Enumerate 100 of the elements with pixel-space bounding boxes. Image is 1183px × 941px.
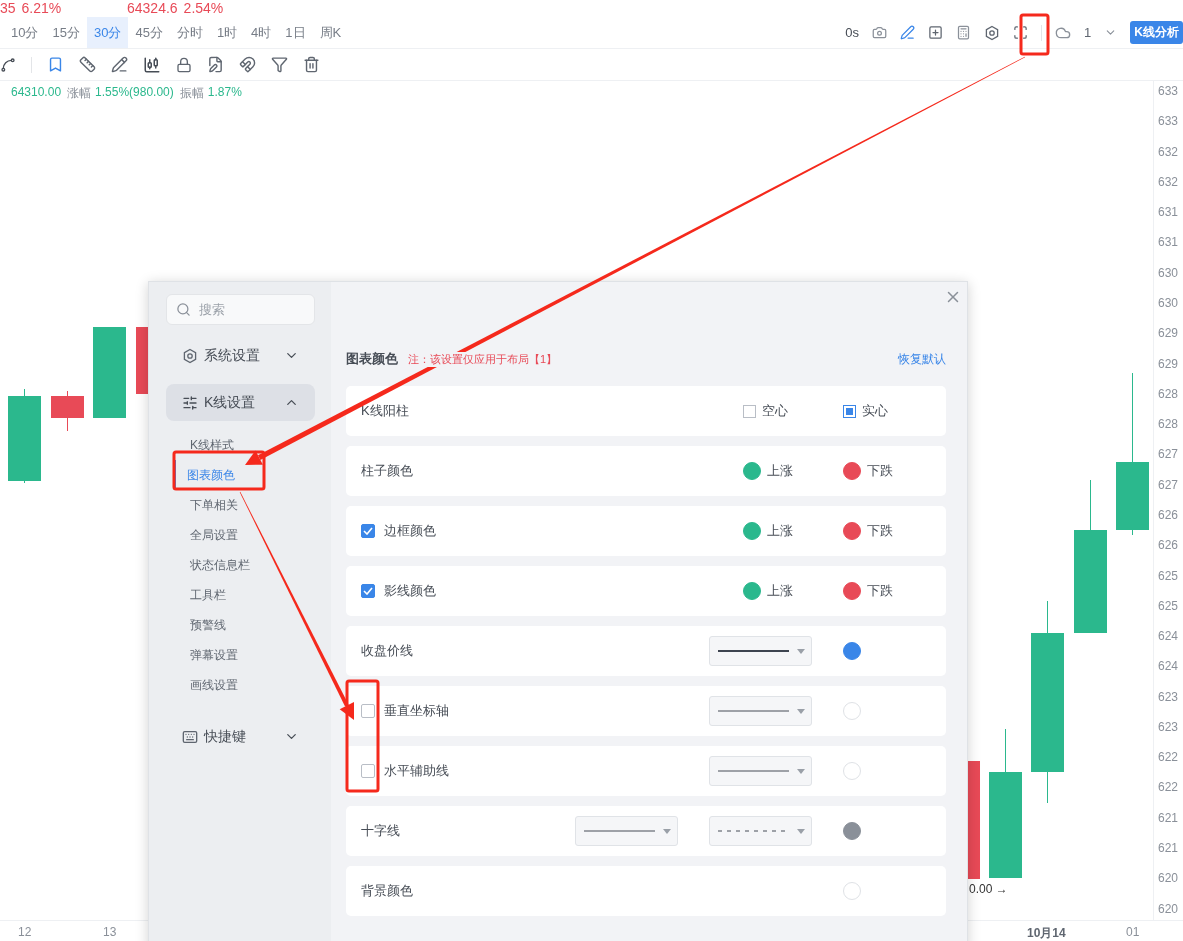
stat-value: 64310.00 [11, 85, 62, 101]
period-tab[interactable]: 4时 [244, 17, 279, 48]
period-tab[interactable]: 10分 [4, 17, 46, 48]
stat-value: 1.55%(980.00) [95, 85, 174, 101]
reset-link[interactable]: 恢复默认 [898, 350, 946, 368]
pencil-icon[interactable] [111, 56, 128, 73]
price-label: 628 [1158, 417, 1180, 432]
time-label: 13 [103, 925, 117, 939]
color-swatch[interactable] [843, 642, 861, 660]
menu-item[interactable]: 画线设置 [174, 670, 315, 700]
lock-icon[interactable] [176, 56, 192, 73]
line-style-icon [584, 829, 656, 833]
keyboard-icon [182, 728, 198, 745]
price-label: 630 [1158, 265, 1180, 280]
price-label: 632 [1158, 144, 1180, 159]
menu-item[interactable]: 下单相关 [174, 490, 315, 520]
price-label: 627 [1158, 447, 1180, 462]
edit-file-icon[interactable] [207, 56, 224, 73]
checkbox[interactable] [361, 584, 375, 598]
price-label: 630 [1158, 295, 1180, 310]
menu-group[interactable]: 快捷键 [166, 718, 315, 755]
period-tab[interactable]: 分时 [169, 17, 210, 48]
ticker-change: 6.21% [21, 0, 62, 17]
period-tab[interactable]: 45分 [128, 17, 170, 48]
menu-item[interactable]: 弹幕设置 [174, 640, 315, 670]
radio-option[interactable] [843, 404, 856, 418]
color-swatch[interactable] [843, 822, 861, 840]
color-swatch[interactable] [743, 522, 761, 540]
caret-icon [797, 768, 805, 774]
period-tab[interactable]: 1日 [278, 17, 313, 48]
checkbox[interactable] [361, 524, 375, 538]
cloud-count: 1 [1084, 25, 1092, 40]
section-title: 图表颜色 [346, 350, 398, 368]
menu-item[interactable]: 预警线 [174, 610, 315, 640]
price-label: 622 [1158, 750, 1180, 765]
menu-group[interactable]: 系统设置 [166, 337, 315, 374]
menu-item[interactable]: K线样式 [174, 430, 315, 460]
time-label: 10月14 [1027, 925, 1066, 941]
period-tab[interactable]: 周K [312, 17, 349, 48]
setting-label: 垂直坐标轴 [384, 702, 449, 720]
price-label: 620 [1158, 871, 1180, 886]
caret-icon [797, 708, 805, 714]
option-label: 下跌 [867, 582, 893, 600]
line-style-icon [718, 769, 790, 773]
menu-group[interactable]: K线设置 [166, 384, 315, 421]
period-tab[interactable]: 30分 [86, 17, 129, 48]
menu-item[interactable]: 全局设置 [174, 520, 315, 550]
checkbox[interactable] [361, 704, 375, 718]
time-label: 12 [18, 925, 32, 939]
option-label: 实心 [862, 402, 888, 420]
ticker-change: 2.54% [183, 0, 224, 17]
price-note: 0.00 → [969, 882, 1008, 896]
color-swatch[interactable] [743, 582, 761, 600]
camera-icon[interactable] [872, 25, 888, 40]
price-label: 625 [1158, 598, 1180, 613]
settings-icon[interactable] [984, 24, 1001, 41]
price-label: 628 [1158, 386, 1180, 401]
color-swatch[interactable] [843, 522, 861, 540]
candlestick [51, 390, 84, 432]
ticker-price: 35 [0, 0, 16, 17]
menu-item[interactable]: 工具栏 [174, 580, 315, 610]
price-label: 631 [1158, 205, 1180, 220]
bookmark-icon[interactable] [47, 56, 64, 73]
analysis-button[interactable]: K线分析 [1130, 21, 1183, 44]
ruler-icon[interactable] [79, 56, 96, 73]
line-tool-icon[interactable] [0, 56, 16, 73]
menu-item[interactable]: 状态信息栏 [174, 550, 315, 580]
price-label: 632 [1158, 174, 1180, 189]
setting-label: 柱子颜色 [361, 462, 413, 480]
checkbox[interactable] [361, 764, 375, 778]
calculator-icon[interactable] [956, 25, 972, 40]
add-frame-icon[interactable] [928, 25, 944, 40]
price-label: 621 [1158, 810, 1180, 825]
magnet-icon[interactable] [239, 56, 256, 73]
setting-label: 十字线 [361, 822, 400, 840]
caret-icon [663, 828, 671, 834]
fullscreen-icon[interactable] [1013, 25, 1029, 40]
price-label: 631 [1158, 235, 1180, 250]
trash-icon[interactable] [303, 56, 320, 73]
line-style-icon [718, 649, 790, 653]
radio-option[interactable] [743, 404, 756, 418]
candlestick-icon[interactable] [143, 55, 161, 74]
price-label: 626 [1158, 507, 1180, 522]
color-swatch[interactable] [843, 462, 861, 480]
caret-icon [797, 648, 805, 654]
color-swatch[interactable] [743, 462, 761, 480]
settings-icon [182, 347, 198, 364]
option-label: 空心 [762, 402, 788, 420]
line-style-dropdown[interactable] [709, 636, 812, 666]
period-tab[interactable]: 1时 [209, 17, 245, 48]
price-label: 629 [1158, 326, 1180, 341]
pencil-icon[interactable] [900, 25, 916, 40]
setting-label: 收盘价线 [361, 642, 413, 660]
search-field[interactable]: 搜索 [166, 294, 315, 325]
filter-icon[interactable] [271, 56, 288, 73]
setting-label: 背景颜色 [361, 882, 413, 900]
ticker-price: 64324.6 [127, 0, 178, 17]
option-label: 上涨 [767, 582, 793, 600]
color-swatch[interactable] [843, 582, 861, 600]
period-tab[interactable]: 15分 [45, 17, 87, 48]
